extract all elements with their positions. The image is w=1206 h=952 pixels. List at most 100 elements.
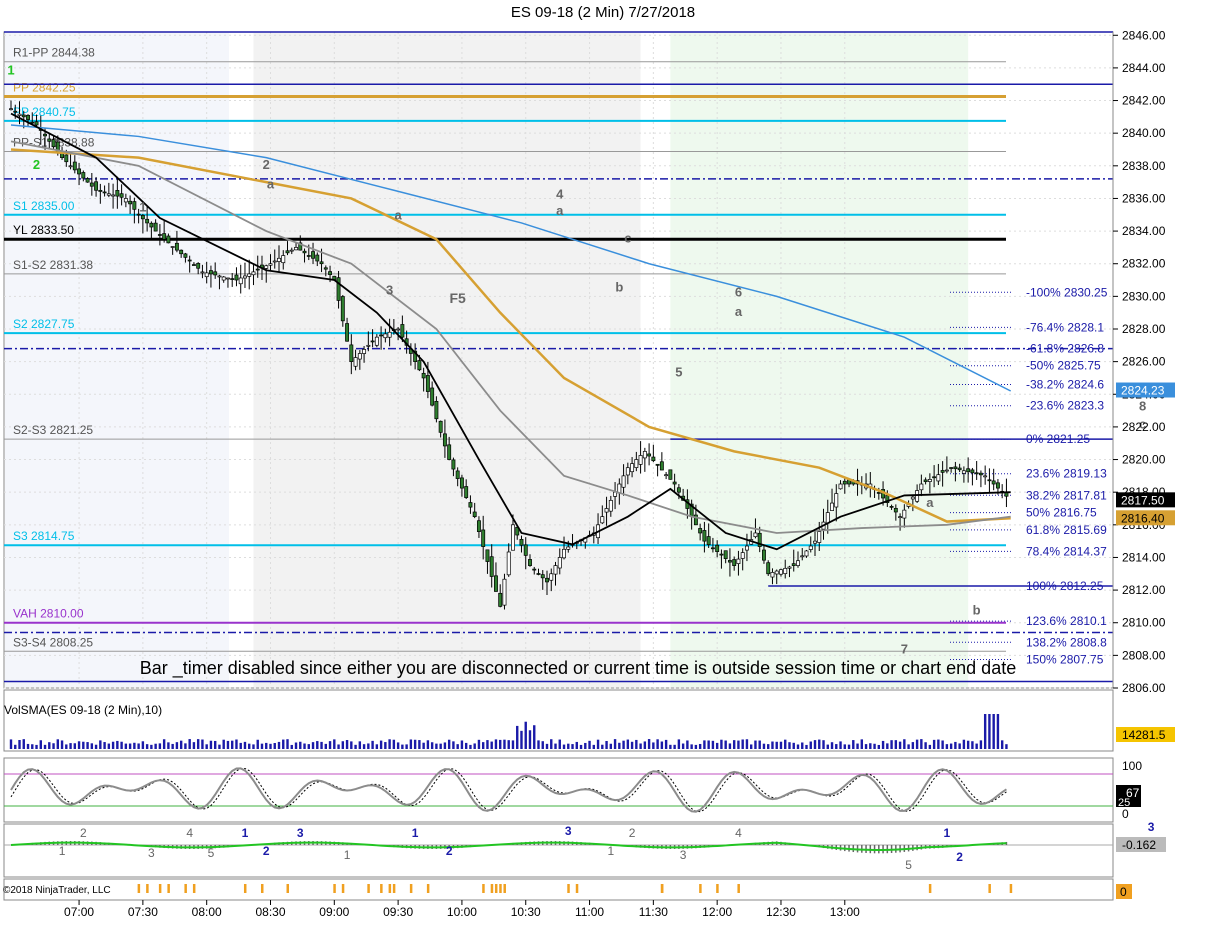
candle-body [430,387,435,406]
volume-bar [460,740,464,749]
candle-body [370,340,375,343]
candle-body [81,172,86,179]
candle-body [706,536,711,545]
volume-bar [715,742,719,749]
volume-bar [201,739,204,749]
fib-label: -76.4% 2828.1 [1026,320,1104,334]
candle-body [157,234,162,236]
candle-body [744,545,749,551]
volume-bar [873,743,876,749]
volume-bar [494,739,498,749]
candle-body [162,233,167,240]
volume-bar [188,739,191,749]
macd-wave-label: 1 [607,844,614,858]
volume-bar [903,739,906,749]
candle-body [272,260,277,263]
candle-body [51,139,56,148]
volume-bar [116,740,119,749]
candle-body [77,168,82,175]
candle-body [26,114,30,120]
volume-bar [796,744,800,749]
candle-body [770,572,775,578]
wave-label: 1 [139,200,146,215]
candle-body [145,218,150,224]
macd-wave-label: 2 [263,844,270,858]
signal-tick [1009,884,1013,893]
chart-svg[interactable]: R1-PP 2844.38PP 2842.25PP 2840.75PP-S1 2… [0,0,1206,952]
volume-bar [477,739,481,749]
signal-tick [192,884,196,893]
volume-bar [575,741,578,749]
volume-bar [371,740,374,749]
x-tick-label: 10:30 [511,905,541,919]
bar-timer-message: Bar _timer disabled since either you are… [140,658,1016,679]
candle-body [634,459,639,468]
volume-bar [362,744,366,749]
candle-body [804,550,809,557]
volume-bar [660,741,664,749]
volume-bar [703,740,706,749]
candle-body [140,214,145,220]
volume-bar [779,741,783,749]
candle-body [115,190,120,197]
macd-wave-label: 2 [629,826,636,840]
pivot-label: S3-S4 2808.25 [13,635,93,649]
candle-body [647,453,652,457]
volume-bar [94,744,98,749]
candle-body [545,577,549,583]
candle-body [519,539,524,546]
candle-body [736,558,741,564]
candle-body [353,357,358,367]
signal-tick [660,884,664,893]
volume-bar [401,744,404,749]
candle-body [149,222,154,228]
signal-tick [575,884,579,893]
y-tick-label: 2844.00 [1122,61,1166,75]
volume-bar [835,744,838,749]
volume-bar [728,743,732,749]
candle-body [664,474,669,477]
stoch-tick-label: 100 [1122,759,1142,773]
candle-body [357,353,362,360]
candle-body [659,461,664,471]
candle-body [936,474,941,482]
candle-body [362,349,367,354]
candle-body [502,578,507,606]
fib-label: 61.8% 2815.69 [1026,523,1107,537]
volume-bar [14,744,17,749]
volume-bar [622,740,625,749]
candle-body [255,268,260,271]
volume-label: VolSMA(ES 09-18 (2 Min),10) [4,703,162,717]
macd-badge-label: -0.162 [1122,838,1156,852]
session-shade [253,33,641,687]
signal-tick [482,884,485,893]
candle-body [715,544,720,552]
volume-bar [209,740,213,749]
macd-wave-label: 3 [565,824,572,838]
volume-bar [154,743,157,749]
volume-bar [894,740,898,749]
volume-bar [596,739,600,749]
wave-label: 5 [675,364,682,379]
candle-body [651,456,656,462]
fib-label: 78.4% 2814.37 [1026,544,1107,558]
volume-bar [120,741,123,749]
volume-bar [652,742,655,749]
volume-bar [562,744,566,749]
volume-bar [732,740,736,749]
signal-tick [699,884,702,893]
signal-tick [167,884,170,893]
candle-body [723,550,728,559]
candle-body [787,566,792,569]
volume-bar [971,741,974,749]
signal-tick [928,884,932,893]
premarket-shade [5,33,229,687]
candle-body [732,559,737,566]
candle-body [672,481,677,485]
volume-bar [771,741,774,749]
volume-bar [898,741,902,749]
volume-bar [141,741,145,749]
candle-body [566,546,571,550]
candle-body [842,480,847,485]
volume-bar [252,744,255,749]
